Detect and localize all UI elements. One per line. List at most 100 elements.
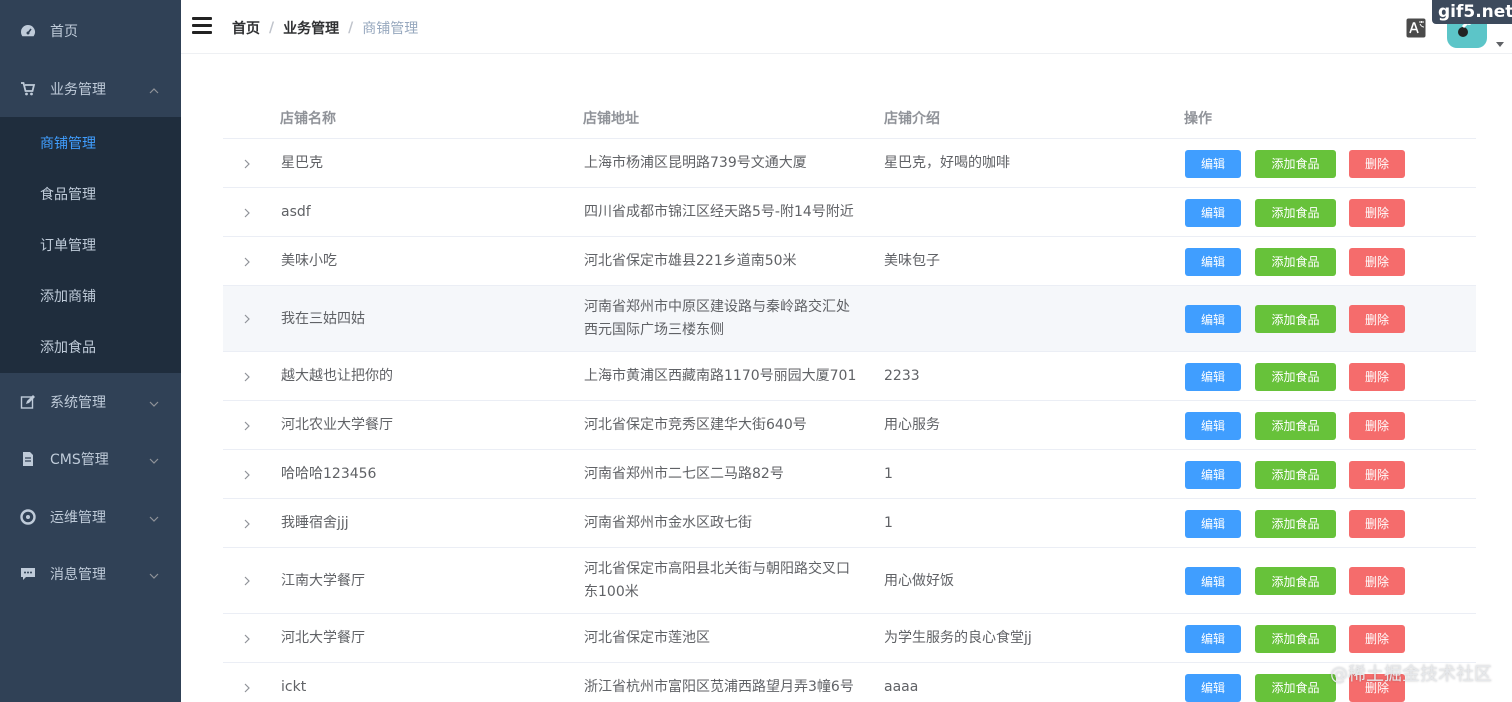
- delete-button[interactable]: 删除: [1349, 460, 1405, 489]
- menu-item-business[interactable]: 业务管理: [0, 61, 181, 117]
- menu-item-home[interactable]: 首页: [0, 0, 181, 61]
- expand-arrow-icon[interactable]: [241, 420, 253, 432]
- edit-icon: [20, 394, 36, 410]
- menu-label: 首页: [50, 23, 78, 40]
- add-food-button[interactable]: 添加食品: [1255, 509, 1336, 538]
- column-header-name: 店铺名称: [280, 111, 336, 127]
- delete-button[interactable]: 删除: [1349, 305, 1405, 333]
- delete-button[interactable]: 删除: [1349, 411, 1405, 440]
- expand-arrow-icon[interactable]: [241, 575, 253, 587]
- cell-shop-intro: 美味包子: [884, 253, 940, 269]
- column-header-address: 店铺地址: [583, 111, 639, 127]
- add-food-button[interactable]: 添加食品: [1255, 460, 1336, 489]
- sub-item-label: 添加食品: [40, 339, 96, 356]
- edit-button[interactable]: 编辑: [1185, 305, 1241, 333]
- delete-button[interactable]: 删除: [1349, 567, 1405, 595]
- cell-shop-name: ickt: [281, 679, 307, 695]
- expand-arrow-icon[interactable]: [241, 682, 253, 694]
- add-food-button[interactable]: 添加食品: [1255, 149, 1336, 178]
- edit-button[interactable]: 编辑: [1185, 460, 1241, 489]
- cell-shop-address: 河南省郑州市金水区政七街: [584, 515, 752, 531]
- table-row[interactable]: 江南大学餐厅 河北省保定市高阳县北关街与朝阳路交叉口东100米 用心做好饭 编辑 添加食…: [223, 548, 1476, 614]
- delete-button[interactable]: 删除: [1349, 624, 1405, 653]
- table-row[interactable]: 河北大学餐厅 河北省保定市莲池区 为学生服务的良心食堂jj 编辑 添加食品 删除: [223, 614, 1476, 663]
- cell-shop-intro: 1: [884, 515, 893, 531]
- delete-button[interactable]: 删除: [1349, 198, 1405, 227]
- table-row[interactable]: ickt 浙江省杭州市富阳区苋浦西路望月弄3幢6号 aaaa 编辑 添加食品 删除: [223, 663, 1476, 702]
- sub-item-label: 食品管理: [40, 186, 96, 203]
- sub-item-shop-management[interactable]: 商铺管理: [0, 117, 181, 168]
- settings-icon: [20, 508, 36, 525]
- menu-item-system[interactable]: 系统管理: [0, 373, 181, 430]
- delete-button[interactable]: 删除: [1349, 509, 1405, 538]
- breadcrumb-home[interactable]: 首页: [232, 18, 260, 38]
- add-food-button[interactable]: 添加食品: [1255, 673, 1336, 702]
- edit-button[interactable]: 编辑: [1185, 624, 1241, 653]
- menu-item-cms[interactable]: CMS管理: [0, 430, 181, 488]
- hamburger-menu-icon[interactable]: [192, 17, 212, 35]
- edit-button[interactable]: 编辑: [1185, 673, 1241, 702]
- chevron-down-icon: [149, 397, 159, 407]
- table-row[interactable]: 我在三姑四姑 河南省郑州市中原区建设路与秦岭路交汇处西元国际广场三楼东侧 编辑 添加食…: [223, 286, 1476, 352]
- expand-arrow-icon[interactable]: [241, 158, 253, 170]
- sub-item-add-shop[interactable]: 添加商铺: [0, 270, 181, 321]
- submenu-business: 商铺管理 食品管理 订单管理 添加商铺 添加食品: [0, 117, 181, 373]
- edit-button[interactable]: 编辑: [1185, 362, 1241, 391]
- table-row[interactable]: 星巴克 上海市杨浦区昆明路739号文通大厦 星巴克，好喝的咖啡 编辑 添加食品 删除: [223, 139, 1476, 188]
- cell-shop-intro: 用心服务: [884, 417, 940, 433]
- delete-button[interactable]: 删除: [1349, 149, 1405, 178]
- sub-item-order-management[interactable]: 订单管理: [0, 219, 181, 270]
- table-row[interactable]: 河北农业大学餐厅 河北省保定市竞秀区建华大街640号 用心服务 编辑 添加食品 删除: [223, 401, 1476, 450]
- chevron-down-icon: [149, 512, 159, 522]
- navbar: 首页 / 业务管理 / 商铺管理: [181, 0, 1512, 54]
- translate-icon[interactable]: [1406, 18, 1426, 38]
- table-row[interactable]: 越大越也让把你的 上海市黄浦区西藏南路1170号丽园大厦701 2233 编辑 添加食品…: [223, 352, 1476, 401]
- expand-arrow-icon[interactable]: [241, 256, 253, 268]
- menu-label: 系统管理: [50, 394, 106, 411]
- edit-button[interactable]: 编辑: [1185, 567, 1241, 595]
- delete-button[interactable]: 删除: [1349, 247, 1405, 276]
- dashboard-icon: [20, 23, 36, 39]
- expand-arrow-icon[interactable]: [241, 313, 253, 325]
- add-food-button[interactable]: 添加食品: [1255, 624, 1336, 653]
- menu-item-message[interactable]: 消息管理: [0, 545, 181, 603]
- table-row[interactable]: 哈哈哈123456 河南省郑州市二七区二马路82号 1 编辑 添加食品 删除: [223, 450, 1476, 499]
- breadcrumb: 首页 / 业务管理 / 商铺管理: [232, 18, 418, 38]
- expand-arrow-icon[interactable]: [241, 518, 253, 530]
- table-row[interactable]: asdf 四川省成都市锦江区经天路5号-附14号附近 编辑 添加食品 删除: [223, 188, 1476, 237]
- cell-shop-name: asdf: [281, 204, 311, 220]
- cell-shop-name: 河北农业大学餐厅: [281, 417, 393, 433]
- sub-item-add-food[interactable]: 添加食品: [0, 321, 181, 372]
- table-row[interactable]: 美味小吃 河北省保定市雄县221乡道南50米 美味包子 编辑 添加食品 删除: [223, 237, 1476, 286]
- cart-icon: [20, 81, 36, 97]
- menu-item-ops[interactable]: 运维管理: [0, 488, 181, 545]
- add-food-button[interactable]: 添加食品: [1255, 362, 1336, 391]
- edit-button[interactable]: 编辑: [1185, 509, 1241, 538]
- expand-arrow-icon[interactable]: [241, 371, 253, 383]
- cell-shop-intro: 用心做好饭: [884, 572, 954, 589]
- table-row[interactable]: 我睡宿舍jjj 河南省郑州市金水区政七街 1 编辑 添加食品 删除: [223, 499, 1476, 548]
- add-food-button[interactable]: 添加食品: [1255, 567, 1336, 595]
- add-food-button[interactable]: 添加食品: [1255, 247, 1336, 276]
- add-food-button[interactable]: 添加食品: [1255, 198, 1336, 227]
- edit-button[interactable]: 编辑: [1185, 247, 1241, 276]
- cell-shop-address: 上海市杨浦区昆明路739号文通大厦: [584, 155, 807, 171]
- cell-shop-intro: 2233: [884, 368, 920, 384]
- sub-item-label: 订单管理: [40, 237, 96, 254]
- caret-down-icon[interactable]: [1496, 36, 1504, 47]
- breadcrumb-business[interactable]: 业务管理: [283, 18, 339, 38]
- expand-arrow-icon[interactable]: [241, 469, 253, 481]
- add-food-button[interactable]: 添加食品: [1255, 411, 1336, 440]
- expand-arrow-icon[interactable]: [241, 207, 253, 219]
- cell-shop-name: 我睡宿舍jjj: [281, 515, 349, 531]
- edit-button[interactable]: 编辑: [1185, 149, 1241, 178]
- table-header: 店铺名称 店铺地址 店铺介绍 操作: [223, 95, 1476, 139]
- message-icon: [20, 566, 36, 582]
- delete-button[interactable]: 删除: [1349, 362, 1405, 391]
- edit-button[interactable]: 编辑: [1185, 411, 1241, 440]
- watermark-text: @稀土掘金技术社区: [1330, 664, 1492, 685]
- edit-button[interactable]: 编辑: [1185, 198, 1241, 227]
- add-food-button[interactable]: 添加食品: [1255, 305, 1336, 333]
- sub-item-food-management[interactable]: 食品管理: [0, 168, 181, 219]
- expand-arrow-icon[interactable]: [241, 633, 253, 645]
